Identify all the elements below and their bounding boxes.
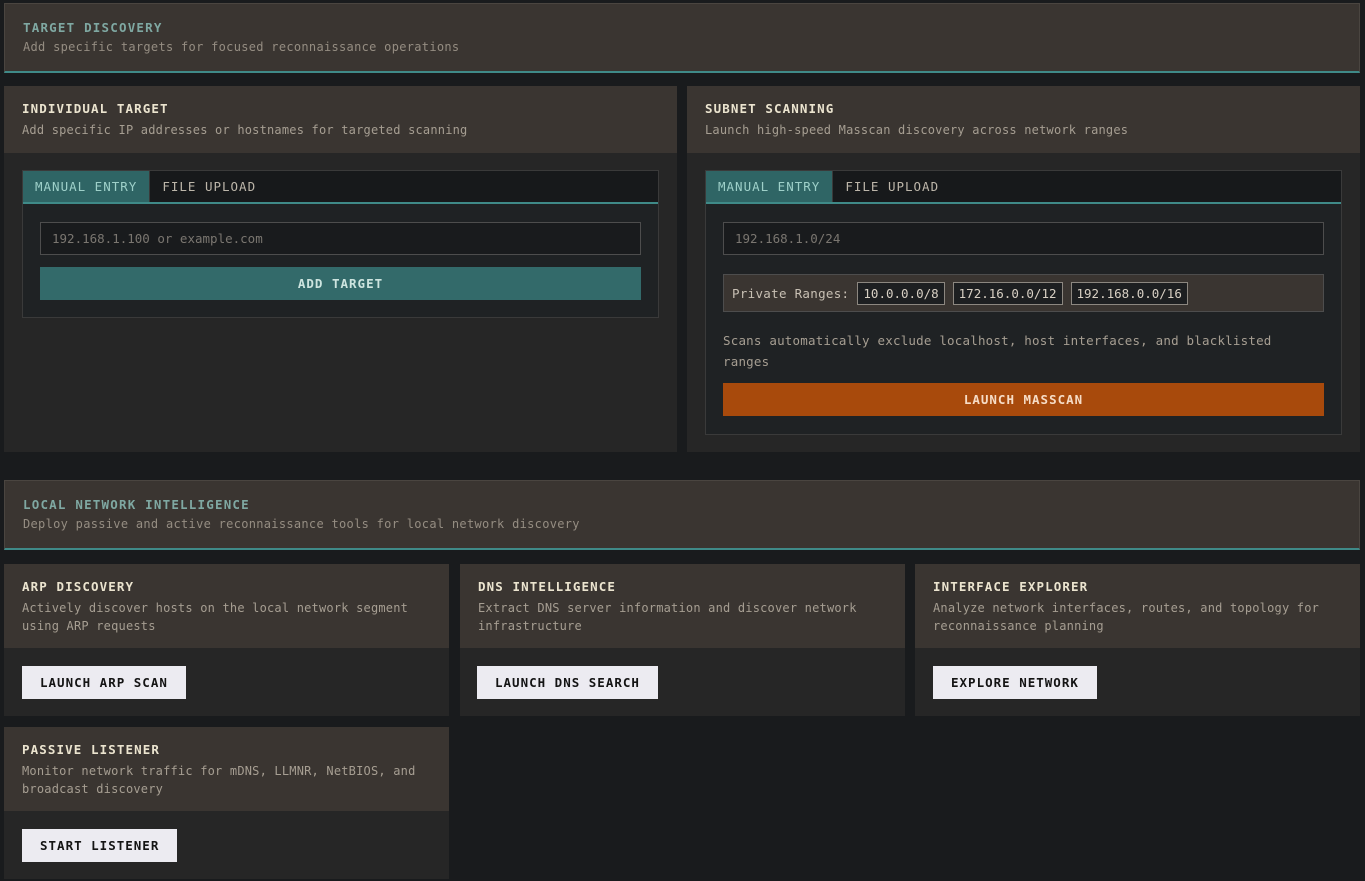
start-listener-button[interactable]: START LISTENER — [22, 829, 178, 862]
card-header: DNS INTELLIGENCE Extract DNS server info… — [460, 564, 905, 648]
subnet-scanning-panel: SUBNET SCANNING Launch high-speed Massca… — [687, 86, 1360, 452]
target-entry-box: MANUAL ENTRY FILE UPLOAD ADD TARGET — [22, 170, 659, 318]
tab-manual-entry[interactable]: MANUAL ENTRY — [706, 171, 834, 202]
card-header: ARP DISCOVERY Actively discover hosts on… — [4, 564, 449, 648]
explore-network-button[interactable]: EXPLORE NETWORK — [933, 666, 1097, 699]
private-ranges-bar: Private Ranges: 10.0.0.0/8 172.16.0.0/12… — [723, 274, 1324, 312]
panel-title: INDIVIDUAL TARGET — [22, 101, 169, 116]
section-title: TARGET DISCOVERY — [23, 20, 163, 35]
tab-manual-entry[interactable]: MANUAL ENTRY — [23, 171, 151, 202]
card-title: INTERFACE EXPLORER — [933, 579, 1089, 594]
launch-dns-search-button[interactable]: LAUNCH DNS SEARCH — [477, 666, 658, 699]
card-header: PASSIVE LISTENER Monitor network traffic… — [4, 727, 449, 811]
card-title: DNS INTELLIGENCE — [478, 579, 617, 594]
individual-target-panel: INDIVIDUAL TARGET Add specific IP addres… — [4, 86, 677, 452]
card-description: Actively discover hosts on the local net… — [22, 601, 409, 633]
tab-file-upload[interactable]: FILE UPLOAD — [833, 171, 951, 202]
panel-subtitle: Launch high-speed Masscan discovery acro… — [705, 123, 1129, 137]
passive-listener-card: PASSIVE LISTENER Monitor network traffic… — [4, 727, 449, 879]
add-target-button[interactable]: ADD TARGET — [40, 267, 641, 300]
card-header: INTERFACE EXPLORER Analyze network inter… — [915, 564, 1360, 648]
target-input[interactable] — [40, 222, 641, 255]
card-title: ARP DISCOVERY — [22, 579, 135, 594]
section-subtitle: Deploy passive and active reconnaissance… — [23, 517, 580, 531]
arp-discovery-card: ARP DISCOVERY Actively discover hosts on… — [4, 564, 449, 716]
card-title: PASSIVE LISTENER — [22, 742, 161, 757]
range-chip-172[interactable]: 172.16.0.0/12 — [952, 281, 1063, 305]
entry-tabs: MANUAL ENTRY FILE UPLOAD — [706, 171, 1341, 204]
entry-tabs: MANUAL ENTRY FILE UPLOAD — [23, 171, 658, 204]
subnet-input[interactable] — [723, 222, 1324, 255]
panel-header: SUBNET SCANNING Launch high-speed Massca… — [687, 86, 1360, 153]
scan-exclusion-note: Scans automatically exclude localhost, h… — [723, 333, 1272, 369]
card-description: Monitor network traffic for mDNS, LLMNR,… — [22, 764, 416, 796]
interface-explorer-card: INTERFACE EXPLORER Analyze network inter… — [915, 564, 1360, 716]
private-ranges-label: Private Ranges: — [732, 285, 850, 301]
card-description: Analyze network interfaces, routes, and … — [933, 601, 1320, 633]
section-title: LOCAL NETWORK INTELLIGENCE — [23, 497, 250, 512]
panel-header: INDIVIDUAL TARGET Add specific IP addres… — [4, 86, 677, 153]
range-chip-192[interactable]: 192.168.0.0/16 — [1070, 281, 1188, 305]
tab-file-upload[interactable]: FILE UPLOAD — [150, 171, 268, 202]
range-chip-10[interactable]: 10.0.0.0/8 — [857, 281, 945, 305]
section-subtitle: Add specific targets for focused reconna… — [23, 40, 460, 54]
local-network-header: LOCAL NETWORK INTELLIGENCE Deploy passiv… — [4, 480, 1360, 550]
card-description: Extract DNS server information and disco… — [478, 601, 857, 633]
launch-arp-scan-button[interactable]: LAUNCH ARP SCAN — [22, 666, 186, 699]
panel-subtitle: Add specific IP addresses or hostnames f… — [22, 123, 468, 137]
launch-masscan-button[interactable]: LAUNCH MASSCAN — [723, 383, 1324, 416]
dns-intelligence-card: DNS INTELLIGENCE Extract DNS server info… — [460, 564, 905, 716]
subnet-entry-box: MANUAL ENTRY FILE UPLOAD Private Ranges:… — [705, 170, 1342, 435]
panel-title: SUBNET SCANNING — [705, 101, 835, 116]
target-discovery-header: TARGET DISCOVERY Add specific targets fo… — [4, 3, 1360, 73]
